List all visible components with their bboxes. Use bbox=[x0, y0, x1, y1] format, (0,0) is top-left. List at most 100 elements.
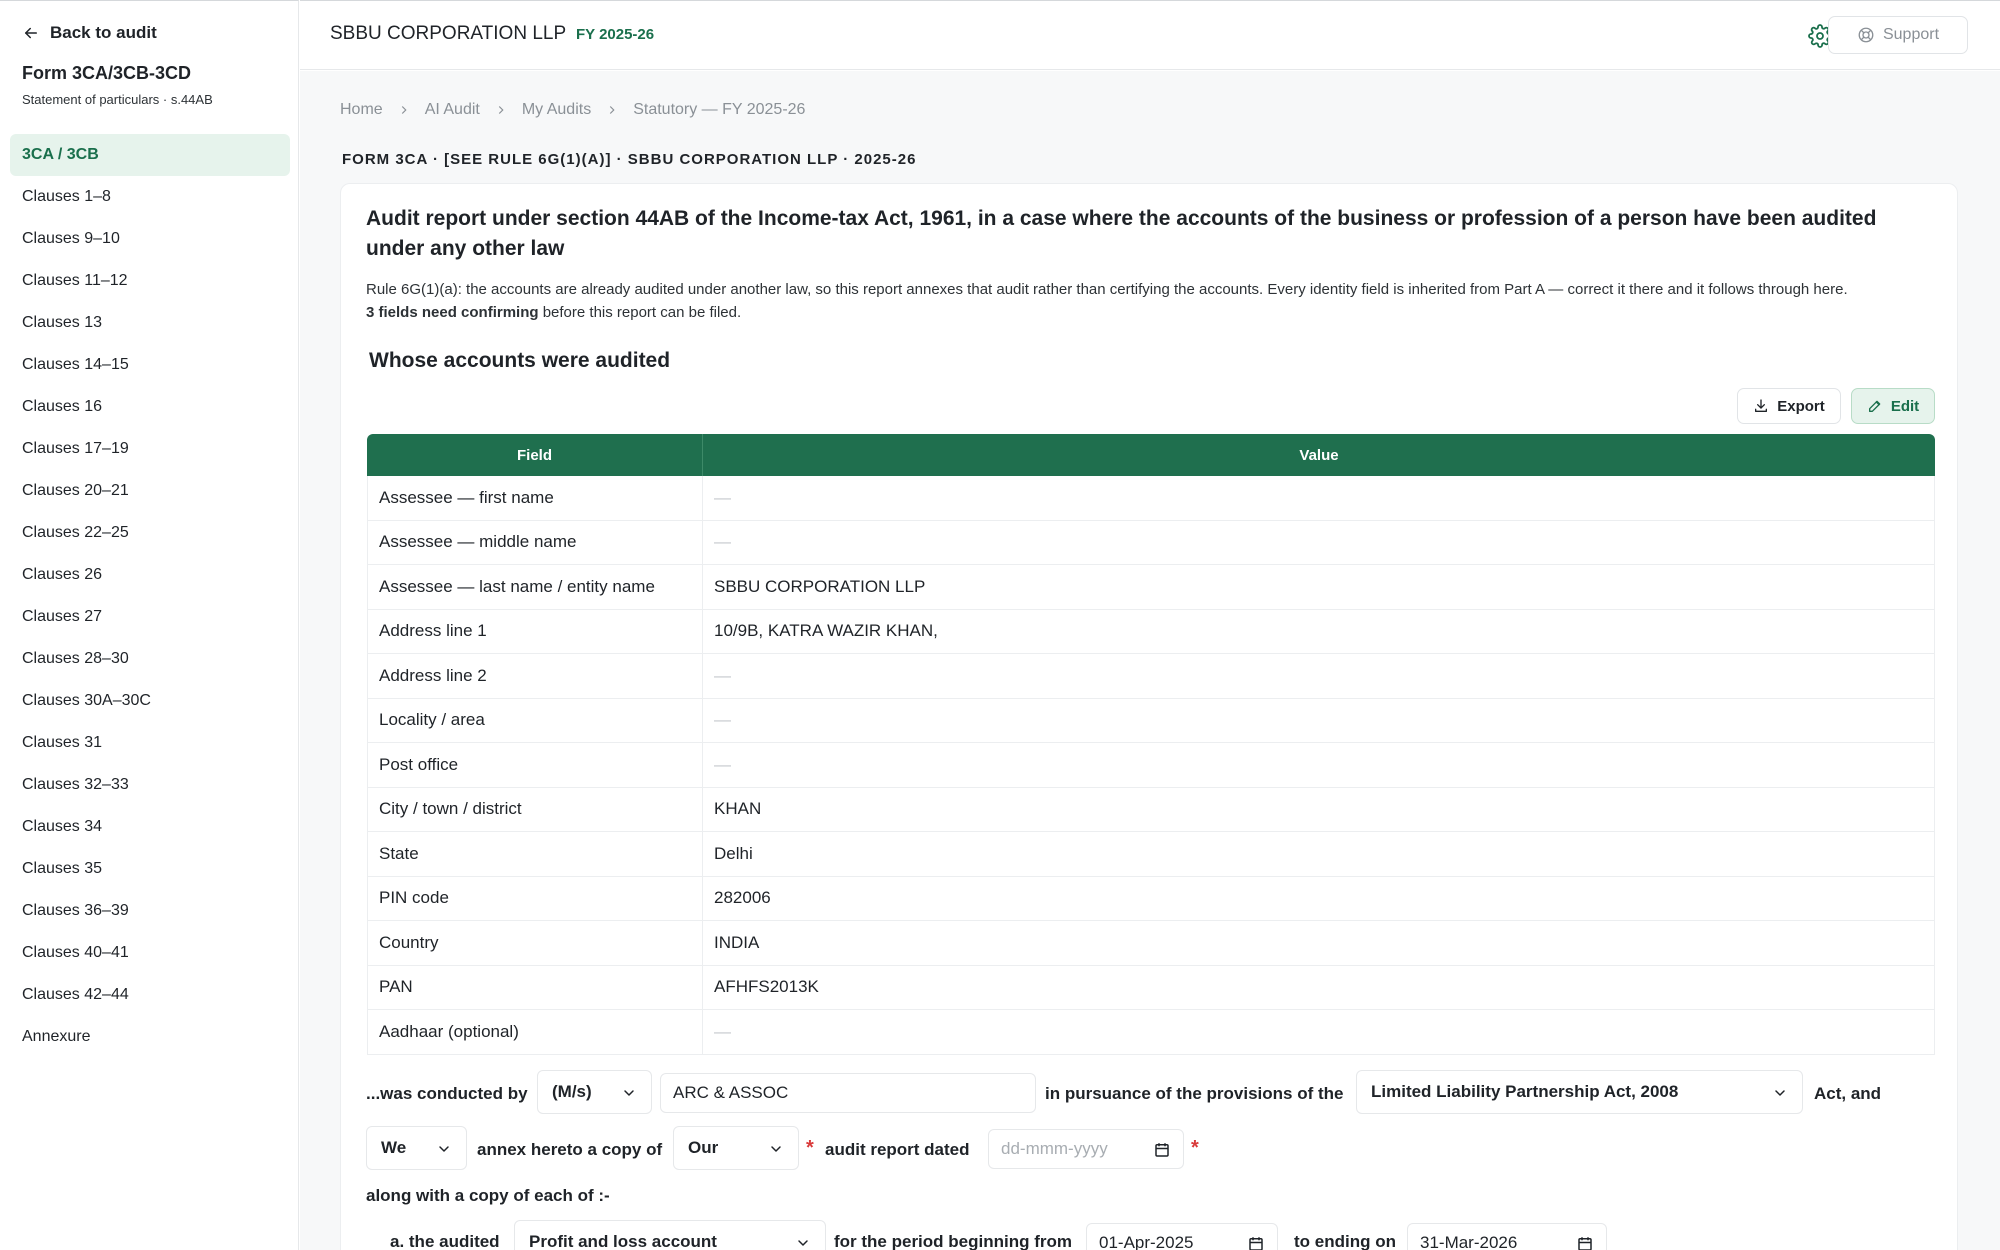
table-row: Assessee — middle name — bbox=[367, 520, 1935, 565]
field-cell: PAN bbox=[367, 965, 703, 1010]
field-cell: Locality / area bbox=[367, 698, 703, 743]
chevron-down-icon bbox=[624, 1090, 634, 1096]
field-cell: Assessee — middle name bbox=[367, 520, 703, 565]
sidebar: Back to audit Form 3CA/3CB-3CD Statement… bbox=[0, 0, 299, 1250]
chevron-right-icon bbox=[498, 106, 504, 114]
sidebar-item-clauses-16[interactable]: Clauses 16 bbox=[10, 386, 290, 428]
statement-select[interactable]: Profit and loss account bbox=[514, 1220, 826, 1250]
value-cell: — bbox=[703, 698, 1935, 743]
column-header-field: Field bbox=[367, 434, 703, 476]
support-button[interactable]: Support bbox=[1828, 16, 1968, 54]
back-to-audit-link[interactable]: Back to audit bbox=[22, 23, 157, 43]
pursuance-text: in pursuance of the provisions of the bbox=[1045, 1084, 1344, 1103]
table-row: PAN AFHFS2013K bbox=[367, 965, 1935, 1010]
value-cell: — bbox=[703, 1010, 1935, 1055]
back-label: Back to audit bbox=[50, 23, 157, 42]
field-cell: Address line 2 bbox=[367, 654, 703, 699]
column-header-value: Value bbox=[703, 434, 1935, 476]
field-cell: Aadhaar (optional) bbox=[367, 1010, 703, 1055]
table-row: PIN code 282006 bbox=[367, 876, 1935, 921]
breadcrumb-item[interactable]: My Audits bbox=[522, 101, 591, 119]
table-body: Assessee — first name — Assessee — middle … bbox=[367, 476, 1935, 1055]
export-button[interactable]: Export bbox=[1737, 388, 1841, 424]
value-cell: INDIA bbox=[703, 921, 1935, 966]
field-cell: State bbox=[367, 832, 703, 877]
table-header-row: Field Value bbox=[367, 434, 1935, 476]
audited-text: a. the audited bbox=[390, 1232, 500, 1250]
report-description: Rule 6G(1)(a): the accounts are already … bbox=[366, 278, 1936, 324]
breadcrumb-item[interactable]: AI Audit bbox=[425, 101, 480, 119]
download-icon bbox=[1755, 399, 1768, 412]
act-select-value: Limited Liability Partnership Act, 2008 bbox=[1371, 1082, 1679, 1101]
sidebar-item-3ca-3cb[interactable]: 3CA / 3CB bbox=[10, 134, 290, 176]
table-row: Address line 2— bbox=[367, 654, 1935, 699]
identity-table: Field Value Assessee — first name — Assess… bbox=[367, 434, 1935, 1055]
sidebar-item-clauses-42-44[interactable]: Clauses 42–44 bbox=[10, 974, 290, 1016]
sidebar-item-clauses-30a-30c[interactable]: Clauses 30A–30C bbox=[10, 680, 290, 722]
sidebar-item-clauses-14-15[interactable]: Clauses 14–15 bbox=[10, 344, 290, 386]
firm-name-input[interactable]: ARC & ASSOC bbox=[660, 1073, 1036, 1113]
sidebar-item-clauses-32-33[interactable]: Clauses 32–33 bbox=[10, 764, 290, 806]
ending-on-text: to ending on bbox=[1294, 1232, 1396, 1250]
confirm-count: 3 fields need confirming bbox=[366, 304, 539, 321]
value-cell: — bbox=[703, 476, 1935, 521]
period-from-input[interactable]: 01-Apr-2025 bbox=[1086, 1223, 1278, 1250]
along-with-text: along with a copy of each of :- bbox=[366, 1186, 610, 1205]
value-cell: Delhi bbox=[703, 832, 1935, 877]
table-row: State Delhi bbox=[367, 832, 1935, 877]
we-select-value: We bbox=[381, 1138, 407, 1157]
edit-button[interactable]: Edit bbox=[1851, 388, 1935, 424]
sidebar-item-clauses-40-41[interactable]: Clauses 40–41 bbox=[10, 932, 290, 974]
sidebar-item-clauses-13[interactable]: Clauses 13 bbox=[10, 302, 290, 344]
act-select[interactable]: Limited Liability Partnership Act, 2008 bbox=[1356, 1070, 1803, 1114]
value-cell: KHAN bbox=[703, 787, 1935, 832]
ms-select[interactable]: (M/s) bbox=[537, 1070, 652, 1114]
sidebar-item-clauses-22-25[interactable]: Clauses 22–25 bbox=[10, 512, 290, 554]
field-cell: City / town / district bbox=[367, 787, 703, 832]
our-select[interactable]: Our bbox=[673, 1126, 799, 1170]
table-row: Locality / area — bbox=[367, 698, 1935, 743]
value-cell: 282006 bbox=[703, 876, 1935, 921]
breadcrumb-item[interactable]: Home bbox=[340, 101, 383, 119]
sidebar-item-clauses-36-39[interactable]: Clauses 36–39 bbox=[10, 890, 290, 932]
report-date-placeholder: dd-mmm-yyyy bbox=[1001, 1139, 1108, 1158]
chevron-down-icon bbox=[1775, 1090, 1785, 1096]
breadcrumb-item[interactable]: Statutory — FY 2025-26 bbox=[633, 101, 805, 119]
sidebar-item-annexure[interactable]: Annexure bbox=[10, 1016, 290, 1058]
report-dated-text: audit report dated bbox=[825, 1140, 970, 1159]
form-title: Form 3CA/3CB-3CD bbox=[22, 63, 192, 83]
table-row: City / town / district KHAN bbox=[367, 787, 1935, 832]
sidebar-item-clauses-17-19[interactable]: Clauses 17–19 bbox=[10, 428, 290, 470]
table-row: Country INDIA bbox=[367, 921, 1935, 966]
calendar-icon bbox=[1578, 1237, 1592, 1250]
edit-label: Edit bbox=[1890, 397, 1920, 415]
we-select[interactable]: We bbox=[366, 1126, 467, 1170]
firm-name-value: ARC & ASSOC bbox=[673, 1083, 789, 1102]
sidebar-item-clauses-28-30[interactable]: Clauses 28–30 bbox=[10, 638, 290, 680]
sidebar-item-clauses-9-10[interactable]: Clauses 9–10 bbox=[10, 218, 290, 260]
chevron-right-icon bbox=[610, 106, 615, 114]
ms-select-value: (M/s) bbox=[552, 1082, 592, 1101]
sidebar-item-clauses-34[interactable]: Clauses 34 bbox=[10, 806, 290, 848]
sidebar-item-clauses-31[interactable]: Clauses 31 bbox=[10, 722, 290, 764]
value-cell: SBBU CORPORATION LLP bbox=[703, 565, 1935, 610]
sidebar-item-clauses-35[interactable]: Clauses 35 bbox=[10, 848, 290, 890]
sidebar-item-clauses-20-21[interactable]: Clauses 20–21 bbox=[10, 470, 290, 512]
sidebar-item-clauses-1-8[interactable]: Clauses 1–8 bbox=[10, 176, 290, 218]
period-to-input[interactable]: 31-Mar-2026 bbox=[1407, 1223, 1607, 1250]
table-row: Address line 1 10/9B, KATRA WAZIR KHAN, bbox=[367, 609, 1935, 654]
table-row: Assessee — last name / entity name SBBU C… bbox=[367, 565, 1935, 610]
our-select-value: Our bbox=[688, 1138, 719, 1157]
act-and-text: Act, and bbox=[1814, 1084, 1882, 1103]
annex-text: annex hereto a copy of bbox=[477, 1140, 663, 1159]
sidebar-item-clauses-26[interactable]: Clauses 26 bbox=[10, 554, 290, 596]
sidebar-item-clauses-11-12[interactable]: Clauses 11–12 bbox=[10, 260, 290, 302]
report-date-input[interactable]: dd-mmm-yyyy bbox=[988, 1129, 1184, 1169]
field-cell: Post office bbox=[367, 743, 703, 788]
description-text: Rule 6G(1)(a): the accounts are already … bbox=[366, 281, 1848, 298]
value-cell: — bbox=[703, 654, 1935, 699]
export-label: Export bbox=[1777, 397, 1825, 415]
confirm-suffix: before this report can be filed. bbox=[538, 304, 742, 321]
sidebar-item-clauses-27[interactable]: Clauses 27 bbox=[10, 596, 290, 638]
field-cell: PIN code bbox=[367, 876, 703, 921]
